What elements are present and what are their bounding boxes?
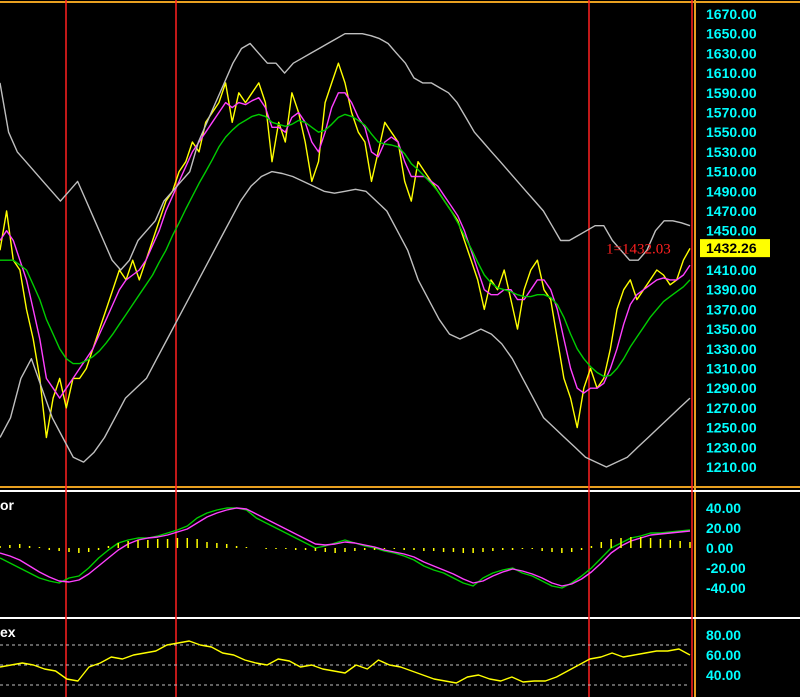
oscillator-panel-title: or xyxy=(0,497,15,513)
y-tick-label: 1270.00 xyxy=(706,400,757,416)
y-tick-label: 40.00 xyxy=(706,667,741,683)
y-tick-label: 1450.00 xyxy=(706,223,757,239)
y-tick-label: 1370.00 xyxy=(706,301,757,317)
y-tick-label: 1230.00 xyxy=(706,439,757,455)
price-annotation: 1=1432.03 xyxy=(606,241,671,257)
y-tick-label: 1310.00 xyxy=(706,361,757,377)
y-tick-label: 1250.00 xyxy=(706,420,757,436)
y-tick-label: 1530.00 xyxy=(706,144,757,160)
y-tick-label: 1490.00 xyxy=(706,183,757,199)
y-tick-label: 1350.00 xyxy=(706,321,757,337)
y-tick-label: 1510.00 xyxy=(706,164,757,180)
y-tick-label: 1550.00 xyxy=(706,124,757,140)
y-tick-label: 1630.00 xyxy=(706,45,757,61)
y-tick-label: 1570.00 xyxy=(706,104,757,120)
chart-background xyxy=(0,0,800,697)
y-tick-label: -20.00 xyxy=(706,560,746,576)
y-tick-label: -40.00 xyxy=(706,580,746,596)
y-tick-label: 1650.00 xyxy=(706,26,757,42)
y-tick-label: 1290.00 xyxy=(706,380,757,396)
index-panel-title: ex xyxy=(0,624,16,640)
y-tick-label: 40.00 xyxy=(706,500,741,516)
y-tick-label: 80.00 xyxy=(706,627,741,643)
y-tick-label: 60.00 xyxy=(706,647,741,663)
y-tick-label: 20.00 xyxy=(706,520,741,536)
y-tick-label: 1610.00 xyxy=(706,65,757,81)
y-tick-label: 1210.00 xyxy=(706,459,757,475)
stock-chart: 1670.00 1650.00 1630.00 1610.00 1590.00 1570.… xyxy=(0,0,800,697)
y-tick-label: 1670.00 xyxy=(706,6,757,22)
last-price-label: 1432.26 xyxy=(706,240,757,256)
y-tick-label: 1390.00 xyxy=(706,282,757,298)
y-tick-label: 1410.00 xyxy=(706,262,757,278)
y-tick-label: 1590.00 xyxy=(706,85,757,101)
y-tick-label: 1330.00 xyxy=(706,341,757,357)
y-tick-label: 1470.00 xyxy=(706,203,757,219)
y-tick-label: 0.00 xyxy=(706,540,733,556)
